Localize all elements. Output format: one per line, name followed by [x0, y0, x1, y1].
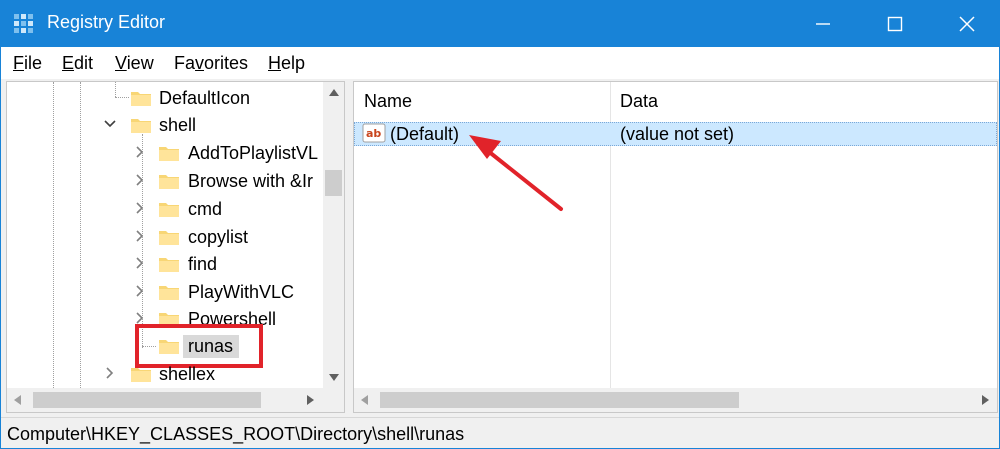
scroll-up-arrow-icon[interactable] [328, 88, 340, 98]
tree-item-addtoplaylistvlc[interactable]: AddToPlaylistVL [7, 140, 323, 166]
registry-editor-window: Registry Editor File Edit View Favorites… [0, 0, 1000, 449]
chevron-right-icon[interactable] [133, 256, 147, 270]
menu-favorites-accel: v [195, 53, 205, 73]
string-value-icon: ab [362, 123, 386, 143]
values-horizontal-scrollbar[interactable] [354, 388, 997, 412]
folder-icon [159, 258, 179, 272]
close-icon [959, 16, 975, 32]
scrollbar-corner [323, 388, 344, 412]
tree-item-label: DefaultIcon [159, 88, 251, 108]
maximize-button[interactable] [863, 1, 927, 47]
tree-item-label: find [188, 254, 218, 274]
scrollbar-thumb[interactable] [380, 392, 739, 408]
chevron-right-icon[interactable] [133, 173, 147, 187]
scroll-down-arrow-icon[interactable] [328, 372, 340, 382]
scrollbar-thumb[interactable] [33, 392, 261, 408]
folder-icon [131, 119, 151, 133]
tree-item-label: shell [159, 115, 197, 135]
menu-file-accel: F [13, 53, 24, 73]
tree-item-label: shellex [159, 364, 216, 384]
chevron-right-icon[interactable] [133, 201, 147, 215]
chevron-right-icon[interactable] [133, 229, 147, 243]
value-data: (value not set) [620, 124, 735, 144]
minimize-button[interactable] [791, 1, 855, 47]
close-button[interactable] [935, 1, 999, 47]
tree-item-label: PlayWithVLC [188, 282, 295, 302]
menu-favorites[interactable]: Favorites [174, 53, 248, 74]
menu-edit-label: dit [74, 53, 94, 73]
menu-bar: File Edit View Favorites Help [1, 47, 999, 79]
status-bar: Computer\HKEY_CLASSES_ROOT\Directory\she… [1, 417, 999, 448]
folder-icon [159, 286, 179, 300]
tree-item-browse-with[interactable]: Browse with &Ir [7, 168, 323, 194]
tree-item-shell[interactable]: shell [7, 112, 323, 138]
string-value-icon-text: ab [366, 127, 381, 140]
chevron-right-icon[interactable] [133, 284, 147, 298]
folder-icon [131, 368, 151, 382]
tree-item-label: cmd [188, 199, 223, 219]
tree-item-label: Browse with &Ir [188, 171, 314, 191]
scrollbar-thumb[interactable] [325, 170, 342, 196]
menu-favorites-label-a: Fa [174, 53, 196, 73]
scroll-right-arrow-icon[interactable] [980, 394, 990, 406]
scroll-left-arrow-icon[interactable] [13, 394, 23, 406]
tree-item-label: copylist [188, 227, 249, 247]
folder-icon [159, 147, 179, 161]
tree-item-label: AddToPlaylistVL [188, 143, 319, 163]
column-header-name[interactable]: Name [364, 82, 412, 120]
title-bar[interactable]: Registry Editor [1, 1, 999, 47]
tree-vertical-scrollbar[interactable] [323, 82, 344, 388]
menu-view-label: iew [126, 53, 154, 73]
menu-edit[interactable]: Edit [62, 53, 93, 74]
menu-favorites-label-b: orites [204, 53, 249, 73]
scroll-left-arrow-icon[interactable] [360, 394, 370, 406]
folder-icon [131, 92, 151, 106]
tree-item-find[interactable]: find [7, 251, 323, 277]
chevron-right-icon[interactable] [133, 311, 147, 325]
chevron-down-icon[interactable] [103, 117, 117, 131]
column-header-data[interactable]: Data [620, 82, 658, 120]
value-name: (Default) [390, 124, 460, 144]
registry-key-tree[interactable]: DefaultIcon shell AddToPlaylistVL Browse… [6, 81, 345, 413]
chevron-right-icon[interactable] [133, 145, 147, 159]
folder-icon [159, 203, 179, 217]
status-path: Computer\HKEY_CLASSES_ROOT\Directory\she… [7, 424, 465, 444]
registry-values-list[interactable]: Name Data ab (Default) (value not set) [353, 81, 998, 413]
menu-edit-accel: E [62, 53, 75, 73]
tree-item-shellex[interactable]: shellex [7, 361, 323, 387]
window-title: Registry Editor [47, 12, 166, 32]
menu-help[interactable]: Help [268, 53, 305, 74]
tree-item-copylist[interactable]: copylist [7, 224, 323, 250]
folder-icon [159, 231, 179, 245]
scroll-right-arrow-icon[interactable] [305, 394, 315, 406]
tree-horizontal-scrollbar[interactable] [7, 388, 323, 412]
minimize-icon [816, 23, 830, 25]
menu-file-label: ile [24, 53, 43, 73]
menu-help-accel: H [268, 53, 281, 73]
maximize-icon [887, 16, 903, 32]
menu-file[interactable]: File [13, 53, 42, 74]
tree-item-defaulticon[interactable]: DefaultIcon [7, 85, 323, 111]
registry-editor-icon [14, 14, 33, 33]
tree-item-playwithvlc[interactable]: PlayWithVLC [7, 279, 323, 305]
folder-icon [159, 175, 179, 189]
menu-help-label: elp [281, 53, 306, 73]
chevron-right-icon[interactable] [103, 366, 117, 380]
tree-item-cmd[interactable]: cmd [7, 196, 323, 222]
menu-view[interactable]: View [115, 53, 154, 74]
menu-view-accel: V [115, 53, 127, 73]
